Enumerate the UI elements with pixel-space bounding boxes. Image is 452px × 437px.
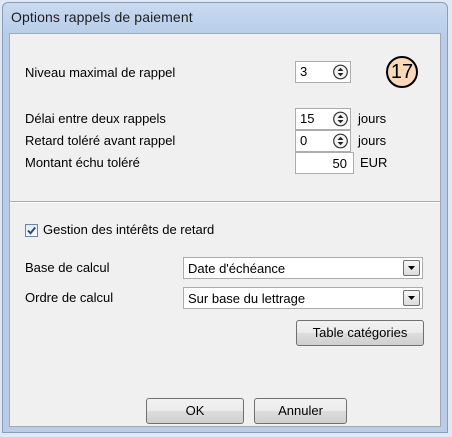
niveau-max-label: Niveau maximal de rappel [25, 65, 176, 80]
delai-value: 15 [300, 111, 315, 126]
ordre-calcul-value: Sur base du lettrage [188, 291, 306, 306]
window-title: Options rappels de paiement [11, 9, 193, 25]
interets-checkbox[interactable] [25, 224, 38, 237]
retard-unit: jours [358, 133, 387, 148]
niveau-max-spinner[interactable]: 3 [295, 61, 351, 83]
dialog-window: Options rappels de paiement Niveau maxim… [2, 2, 448, 433]
montant-unit: EUR [360, 155, 388, 170]
delai-label: Délai entre deux rappels [25, 111, 166, 126]
up-down-spinner-icon[interactable] [333, 64, 348, 80]
niveau-max-value: 3 [300, 64, 308, 79]
retard-value: 0 [300, 133, 308, 148]
checkmark-icon [27, 226, 36, 235]
section-divider [10, 201, 440, 203]
base-calcul-value: Date d'échéance [188, 261, 286, 276]
callout-number-badge: 17 [386, 56, 418, 88]
interets-checkbox-label[interactable]: Gestion des intérêts de retard [43, 222, 214, 238]
table-categories-button[interactable]: Table catégories [296, 320, 424, 346]
delai-spinner[interactable]: 15 [295, 108, 351, 130]
dialog-client-area: Niveau maximal de rappel 3 17 Délai entr… [9, 33, 441, 427]
montant-input[interactable]: 50 [295, 152, 354, 174]
ok-button[interactable]: OK [146, 398, 244, 424]
ordre-calcul-label: Ordre de calcul [25, 290, 114, 305]
ordre-calcul-select[interactable]: Sur base du lettrage [183, 287, 423, 309]
base-calcul-label: Base de calcul [25, 260, 110, 275]
chevron-down-icon[interactable] [403, 260, 420, 276]
montant-value: 50 [332, 156, 347, 171]
up-down-spinner-icon[interactable] [333, 133, 348, 149]
up-down-spinner-icon[interactable] [333, 111, 348, 127]
chevron-down-icon[interactable] [403, 290, 420, 306]
delai-unit: jours [358, 111, 387, 126]
base-calcul-select[interactable]: Date d'échéance [183, 257, 423, 279]
cancel-button[interactable]: Annuler [254, 398, 347, 424]
retard-label: Retard toléré avant rappel [25, 133, 176, 148]
retard-spinner[interactable]: 0 [295, 130, 351, 152]
montant-label: Montant échu toléré [25, 155, 140, 170]
